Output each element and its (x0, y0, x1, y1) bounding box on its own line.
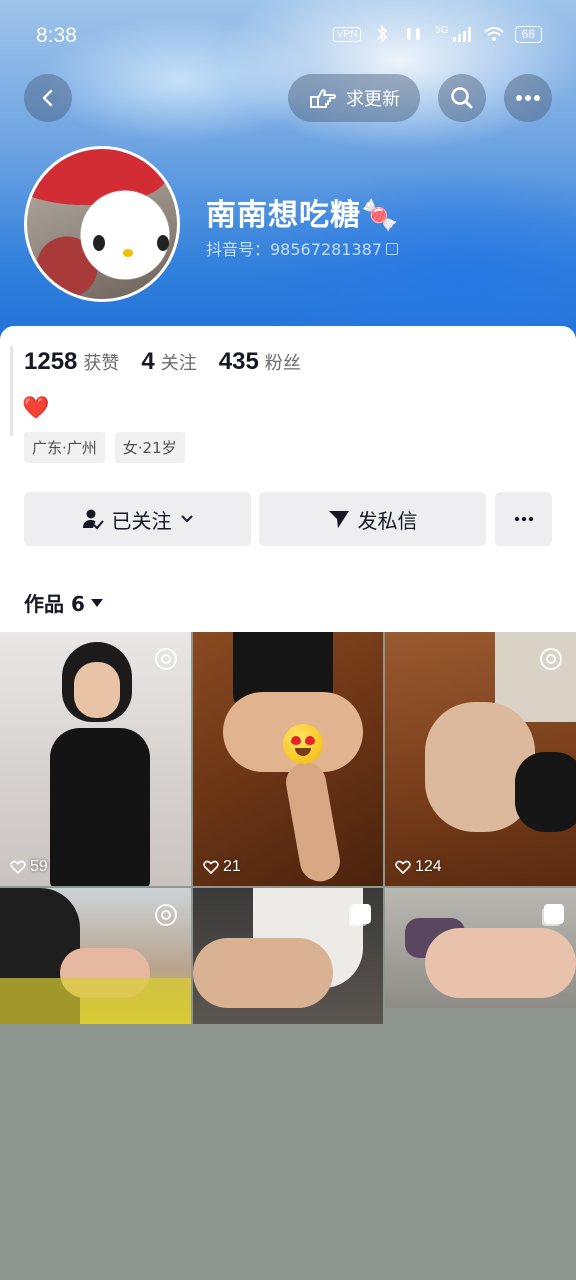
status-icons: VPN 5G 68 (332, 24, 542, 43)
avatar[interactable] (24, 146, 180, 302)
back-button[interactable] (24, 74, 72, 122)
work-tile-6[interactable] (385, 888, 576, 1008)
tab-works[interactable]: 作品 6 (24, 588, 103, 617)
copy-icon[interactable] (385, 243, 398, 255)
search-button[interactable] (438, 74, 486, 122)
caret-down-icon (90, 598, 103, 607)
chevron-left-icon (42, 89, 53, 107)
work-tile-3[interactable]: 124 (385, 632, 576, 886)
profile-tags: 广东·广州 女·21岁 (24, 432, 185, 463)
like-count: 59 (10, 858, 48, 876)
user-check-icon (82, 509, 104, 530)
like-count-value: 59 (30, 858, 48, 875)
search-icon (451, 87, 473, 109)
chevron-down-icon (180, 515, 193, 523)
multi-image-icon (544, 904, 564, 924)
send-icon (328, 511, 349, 528)
heart-outline-icon (203, 860, 219, 874)
douyin-id-text: 抖音号：98567281387 (206, 240, 382, 259)
stat-likes-value: 1258 (24, 348, 78, 375)
heart-outline-icon (10, 860, 26, 874)
stat-following-value: 4 (141, 348, 155, 375)
vpn-icon: VPN (332, 26, 362, 42)
send-message-button[interactable]: 发私信 (259, 492, 486, 546)
like-count-value: 21 (223, 858, 241, 875)
stat-following-label: 关注 (160, 353, 197, 374)
gender-age-tag: 女·21岁 (114, 432, 185, 463)
work-tile-1[interactable]: 59 (0, 632, 191, 886)
more-dots-icon (516, 95, 540, 101)
work-tile-4[interactable] (0, 888, 191, 1024)
work-tile-5[interactable] (193, 888, 383, 1024)
profile-stats: 1258 获赞 4 关注 435 粉丝 (24, 348, 301, 376)
like-count-value: 124 (415, 858, 442, 875)
stat-followers[interactable]: 435 粉丝 (219, 348, 301, 376)
status-bar: 8:38 VPN 5G 68 (0, 0, 576, 72)
more-actions-button[interactable] (495, 492, 552, 546)
pointing-hand-icon (310, 89, 336, 108)
more-options-button[interactable] (504, 74, 552, 122)
more-dots-icon (514, 516, 533, 522)
profile-name: 南南想吃糖🍬 (206, 198, 400, 233)
followed-button[interactable]: 已关注 (24, 492, 251, 546)
stat-followers-value: 435 (218, 348, 259, 375)
like-count: 21 (203, 858, 241, 876)
multi-image-icon (351, 904, 371, 924)
stat-followers-label: 粉丝 (264, 353, 301, 374)
stat-likes-label: 获赞 (83, 353, 120, 374)
card-divider (10, 346, 13, 436)
live-photo-icon (155, 648, 177, 670)
bio-text: ❤️ (22, 396, 50, 421)
works-tab-label: 作品 6 (24, 592, 85, 616)
request-update-button[interactable]: 求更新 (288, 74, 420, 122)
request-update-label: 求更新 (346, 89, 400, 110)
earbuds-icon (407, 28, 421, 40)
signal-icon (452, 27, 471, 42)
douyin-id[interactable]: 抖音号：98567281387 (206, 236, 398, 260)
live-photo-icon (540, 648, 562, 670)
profile-info-card: 1258 获赞 4 关注 435 粉丝 ❤️ 广东·广州 女·21岁 已关注 发私信 … (0, 326, 576, 632)
battery-icon: 68 (514, 25, 542, 43)
work-tile-2[interactable]: 21 (193, 632, 383, 886)
emoji-sticker (283, 724, 323, 764)
followed-label: 已关注 (111, 508, 172, 533)
works-grid: 59 21 124 (0, 632, 576, 1024)
send-message-label: 发私信 (357, 508, 418, 533)
stat-following[interactable]: 4 关注 (141, 348, 196, 376)
heart-outline-icon (395, 860, 411, 874)
status-time: 8:38 (36, 24, 77, 47)
stat-likes[interactable]: 1258 获赞 (24, 348, 119, 376)
network-type: 5G (435, 24, 449, 36)
bluetooth-icon (377, 25, 388, 43)
wifi-icon (483, 27, 504, 41)
like-count: 124 (395, 858, 442, 876)
live-photo-icon (155, 904, 177, 926)
location-tag: 广东·广州 (24, 432, 105, 463)
